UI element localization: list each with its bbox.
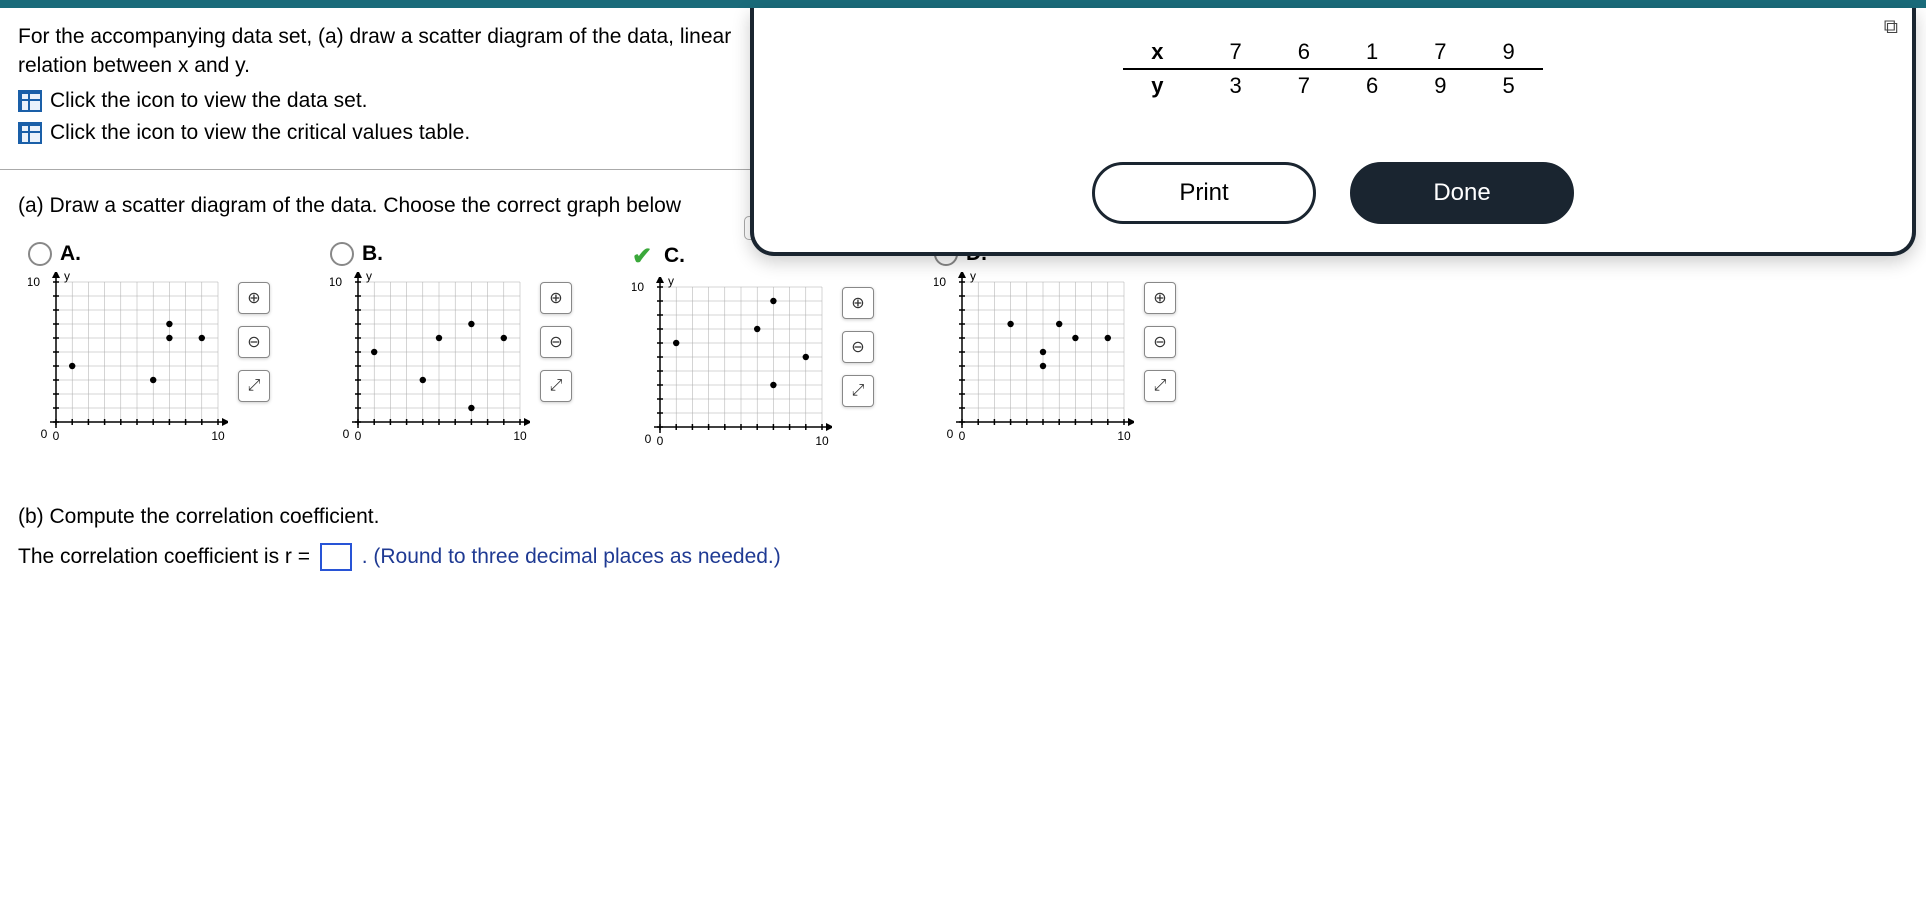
expand-icon[interactable]: ⤢ <box>1144 370 1176 402</box>
options-row: A. 100010yx ⊕ ⊖ ⤢ B. 100010yx ⊕ ⊖ ⤢ ✔ C. <box>28 242 1908 457</box>
checkmark-icon: ✔ <box>632 242 656 271</box>
svg-text:10: 10 <box>934 275 946 289</box>
option-label: A. <box>60 242 81 266</box>
option-label: C. <box>664 244 685 268</box>
svg-text:0: 0 <box>947 427 954 441</box>
svg-text:y: y <box>970 272 976 283</box>
view-data-label: Click the icon to view the data set. <box>50 89 368 113</box>
table-row: x76179 <box>1123 36 1543 69</box>
expand-icon[interactable]: ⤢ <box>540 370 572 402</box>
radio-button[interactable] <box>330 242 354 266</box>
zoom-in-icon[interactable]: ⊕ <box>238 282 270 314</box>
option-c: ✔ C. 100010yx ⊕ ⊖ ⤢ <box>632 242 874 457</box>
done-button[interactable]: Done <box>1350 162 1574 224</box>
data-popup: ⧉ x76179 y37695 Print Done <box>750 8 1916 256</box>
svg-text:10: 10 <box>330 275 342 289</box>
svg-text:y: y <box>366 272 372 283</box>
svg-text:0: 0 <box>343 427 350 441</box>
part-b-prompt: (b) Compute the correlation coefficient. <box>18 497 1908 537</box>
print-button[interactable]: Print <box>1092 162 1316 224</box>
zoom-out-icon[interactable]: ⊖ <box>238 326 270 358</box>
data-table: x76179 y37695 <box>1123 36 1543 102</box>
table-row: y37695 <box>1123 69 1543 102</box>
zoom-in-icon[interactable]: ⊕ <box>540 282 572 314</box>
scatter-chart: 100010yx <box>934 272 1134 452</box>
svg-text:10: 10 <box>1117 429 1131 443</box>
scatter-chart: 100010yx <box>28 272 228 452</box>
svg-text:0: 0 <box>53 429 60 443</box>
svg-text:0: 0 <box>645 432 652 446</box>
part-b-line: The correlation coefficient is r = . (Ro… <box>18 537 1908 577</box>
option-b: B. 100010yx ⊕ ⊖ ⤢ <box>330 242 572 457</box>
zoom-out-icon[interactable]: ⊖ <box>540 326 572 358</box>
copy-icon[interactable]: ⧉ <box>1884 16 1898 39</box>
divider <box>0 169 760 170</box>
zoom-out-icon[interactable]: ⊖ <box>1144 326 1176 358</box>
svg-text:10: 10 <box>632 280 644 294</box>
answer-input[interactable] <box>320 543 352 571</box>
view-critical-label: Click the icon to view the critical valu… <box>50 121 470 145</box>
svg-text:0: 0 <box>657 434 664 448</box>
svg-text:y: y <box>668 277 674 288</box>
question-intro: For the accompanying data set, (a) draw … <box>18 22 738 81</box>
svg-text:y: y <box>64 272 70 283</box>
svg-text:10: 10 <box>513 429 527 443</box>
table-icon <box>18 90 42 112</box>
radio-button[interactable] <box>28 242 52 266</box>
svg-text:0: 0 <box>355 429 362 443</box>
option-d: D. 100010yx ⊕ ⊖ ⤢ <box>934 242 1176 457</box>
option-label: B. <box>362 242 383 266</box>
zoom-in-icon[interactable]: ⊕ <box>842 287 874 319</box>
svg-text:10: 10 <box>815 434 829 448</box>
expand-icon[interactable]: ⤢ <box>238 370 270 402</box>
scatter-chart: 100010yx <box>330 272 530 452</box>
zoom-out-icon[interactable]: ⊖ <box>842 331 874 363</box>
svg-text:10: 10 <box>28 275 40 289</box>
option-a: A. 100010yx ⊕ ⊖ ⤢ <box>28 242 270 457</box>
expand-icon[interactable]: ⤢ <box>842 375 874 407</box>
svg-text:0: 0 <box>959 429 966 443</box>
table-icon <box>18 122 42 144</box>
svg-text:0: 0 <box>41 427 48 441</box>
svg-text:10: 10 <box>211 429 225 443</box>
zoom-in-icon[interactable]: ⊕ <box>1144 282 1176 314</box>
scatter-chart: 100010yx <box>632 277 832 457</box>
